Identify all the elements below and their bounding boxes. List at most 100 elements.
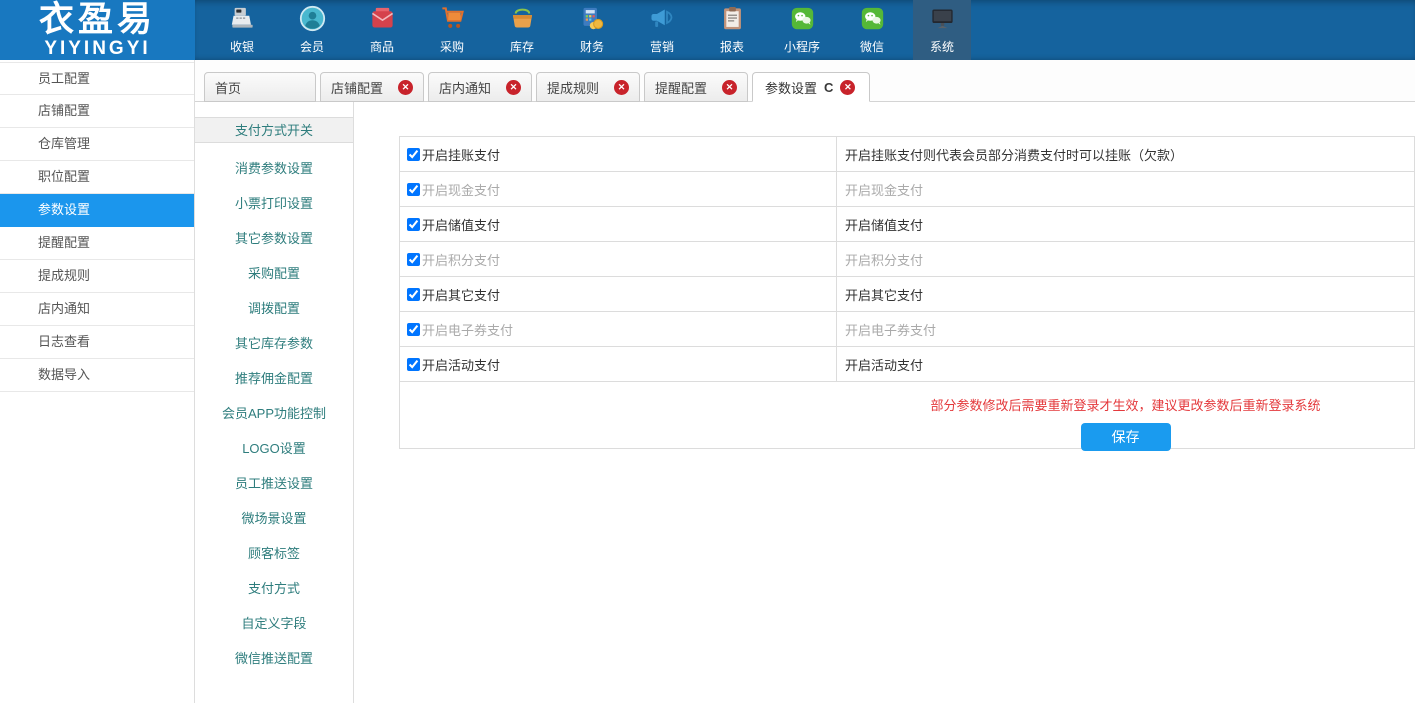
sidebar-item-staff-config[interactable]: 员工配置 [0,62,194,95]
sidebar-item-position-config[interactable]: 职位配置 [0,161,194,194]
tab-home[interactable]: 首页 [204,72,316,102]
footer-inner: 部分参数修改后需要重新登录才生效，建议更改参数后重新登录系统 保存 [837,395,1414,451]
nav-item-wechat[interactable]: 微信 [843,0,901,60]
payment-toggle-checkbox[interactable] [407,288,420,301]
menu-item-other-params[interactable]: 其它参数设置 [195,221,353,256]
sidebar-item-reminder-config[interactable]: 提醒配置 [0,227,194,260]
top-nav: 收银 会员 商品 采购 库存 财务 营销 报表 [195,0,1415,60]
sidebar-item-store-config[interactable]: 店铺配置 [0,95,194,128]
switch-label: 开启储值支付 [422,215,500,234]
switch-cell: 开启电子券支付 [400,312,837,346]
menu-item-purchase-config[interactable]: 采购配置 [195,256,353,291]
menu-item-receipt-print[interactable]: 小票打印设置 [195,186,353,221]
tab-store-notice[interactable]: 店内通知 ✕ [428,72,532,102]
menu-item-staff-push[interactable]: 员工推送设置 [195,466,353,501]
close-icon[interactable]: ✕ [722,80,737,95]
payment-toggle-checkbox[interactable] [407,218,420,231]
nav-item-inventory[interactable]: 库存 [493,0,551,60]
goods-icon [369,5,396,38]
menu-item-member-app-control[interactable]: 会员APP功能控制 [195,396,353,431]
nav-item-cashier[interactable]: 收银 [213,0,271,60]
menu-item-consumption-params[interactable]: 消费参数设置 [195,151,353,186]
menu-item-payment-method-switch[interactable]: 支付方式开关 [195,117,353,143]
nav-item-system[interactable]: 系统 [913,0,971,60]
app-logo: 衣盈易 YIYINGYI [0,0,195,60]
settings-menu: 支付方式开关 消费参数设置 小票打印设置 其它参数设置 采购配置 调拨配置 其它… [195,102,354,703]
switch-label: 开启积分支付 [422,250,500,269]
nav-item-purchase[interactable]: 采购 [423,0,481,60]
tab-label: 参数设置 [765,78,817,97]
payment-switch-table: 开启挂账支付 开启挂账支付则代表会员部分消费支付时可以挂账（欠款） 开启现金支付… [399,136,1415,449]
nav-item-members[interactable]: 会员 [283,0,341,60]
tab-label: 店铺配置 [331,78,383,97]
menu-item-other-inventory-params[interactable]: 其它库存参数 [195,326,353,361]
payment-toggle-checkbox[interactable] [407,323,420,336]
menu-item-wescene-settings[interactable]: 微场景设置 [195,501,353,536]
nav-item-label: 营销 [650,38,674,55]
switch-cell: 开启储值支付 [400,207,837,241]
save-button[interactable]: 保存 [1081,423,1171,451]
content-row: 支付方式开关 消费参数设置 小票打印设置 其它参数设置 采购配置 调拨配置 其它… [195,102,1415,703]
tab-label: 首页 [215,78,241,97]
tab-label: 提成规则 [547,78,599,97]
menu-item-payment-methods[interactable]: 支付方式 [195,571,353,606]
menu-item-transfer-config[interactable]: 调拨配置 [195,291,353,326]
sidebar-item-store-notice[interactable]: 店内通知 [0,293,194,326]
nav-item-reports[interactable]: 报表 [703,0,761,60]
tab-store-config[interactable]: 店铺配置 ✕ [320,72,424,102]
close-icon[interactable]: ✕ [506,80,521,95]
tab-commission-rules[interactable]: 提成规则 ✕ [536,72,640,102]
tab-bar: 首页 店铺配置 ✕ 店内通知 ✕ 提成规则 ✕ 提醒配置 ✕ 参数设置 C ✕ [195,60,1415,102]
top-bar: 衣盈易 YIYINGYI 收银 会员 商品 采购 库存 财务 [0,0,1415,60]
switch-cell: 开启积分支付 [400,242,837,276]
nav-item-label: 报表 [720,38,744,55]
switch-cell: 开启其它支付 [400,277,837,311]
tab-parameter-settings[interactable]: 参数设置 C ✕ [752,72,870,102]
switch-label: 开启其它支付 [422,285,500,304]
switch-cell: 开启活动支付 [400,347,837,381]
menu-item-referral-commission[interactable]: 推荐佣金配置 [195,361,353,396]
system-icon [929,5,956,38]
payment-toggle-checkbox[interactable] [407,253,420,266]
table-row: 开启其它支付 开启其它支付 [400,277,1414,312]
nav-item-label: 库存 [510,38,534,55]
refresh-icon[interactable]: C [824,80,833,95]
nav-item-label: 小程序 [784,38,820,55]
switch-label: 开启活动支付 [422,355,500,374]
nav-item-goods[interactable]: 商品 [353,0,411,60]
report-icon [719,5,746,38]
tab-label: 提醒配置 [655,78,707,97]
cash-register-icon [229,5,256,38]
table-row: 开启积分支付 开启积分支付 [400,242,1414,277]
close-icon[interactable]: ✕ [840,80,855,95]
menu-item-logo-settings[interactable]: LOGO设置 [195,431,353,466]
tab-label: 店内通知 [439,78,491,97]
payment-toggle-checkbox[interactable] [407,358,420,371]
table-row: 开启挂账支付 开启挂账支付则代表会员部分消费支付时可以挂账（欠款） [400,137,1414,172]
table-row: 开启电子券支付 开启电子券支付 [400,312,1414,347]
sidebar-item-warehouse-management[interactable]: 仓库管理 [0,128,194,161]
sidebar-item-log-view[interactable]: 日志查看 [0,326,194,359]
purchase-icon [439,5,466,38]
sidebar-item-parameter-settings[interactable]: 参数设置 [0,194,194,227]
nav-item-marketing[interactable]: 营销 [633,0,691,60]
sidebar-item-data-import[interactable]: 数据导入 [0,359,194,392]
payment-toggle-checkbox[interactable] [407,183,420,196]
menu-item-wechat-push[interactable]: 微信推送配置 [195,641,353,676]
menu-item-customer-tags[interactable]: 顾客标签 [195,536,353,571]
nav-item-label: 系统 [930,38,954,55]
sidebar-item-commission-rules[interactable]: 提成规则 [0,260,194,293]
wechat-icon [859,5,886,38]
app-logo-subtitle: YIYINGYI [0,39,195,59]
close-icon[interactable]: ✕ [398,80,413,95]
switch-description: 开启挂账支付则代表会员部分消费支付时可以挂账（欠款） [837,137,1414,171]
menu-item-custom-fields[interactable]: 自定义字段 [195,606,353,641]
nav-item-label: 会员 [300,38,324,55]
tab-reminder-config[interactable]: 提醒配置 ✕ [644,72,748,102]
nav-item-finance[interactable]: 财务 [563,0,621,60]
nav-item-label: 商品 [370,38,394,55]
nav-item-miniprogram[interactable]: 小程序 [773,0,831,60]
close-icon[interactable]: ✕ [614,80,629,95]
main-area: 首页 店铺配置 ✕ 店内通知 ✕ 提成规则 ✕ 提醒配置 ✕ 参数设置 C ✕ [195,60,1415,703]
payment-toggle-checkbox[interactable] [407,148,420,161]
